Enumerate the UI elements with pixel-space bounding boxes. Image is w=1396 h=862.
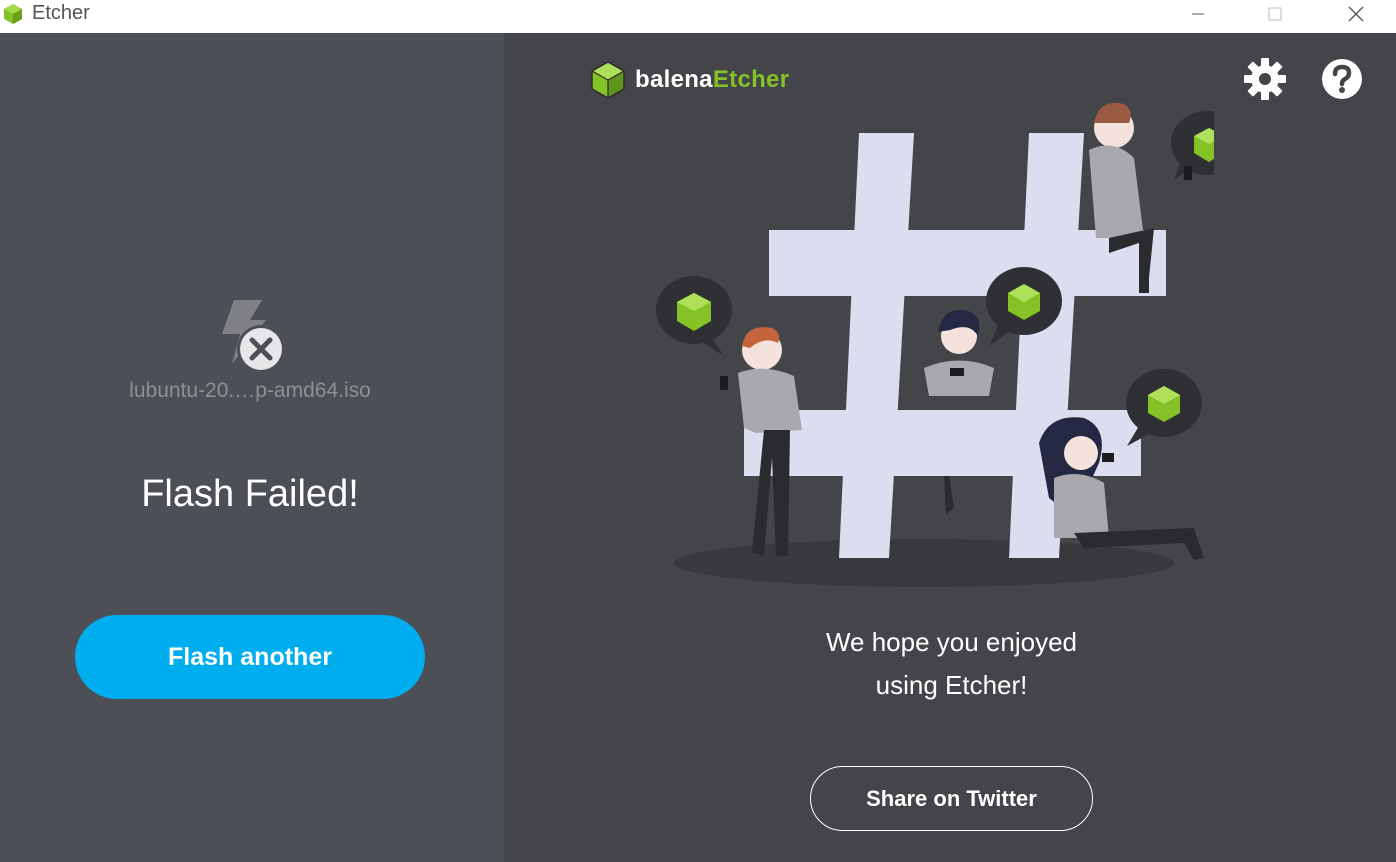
image-file-name: lubuntu-20.…p-amd64.iso xyxy=(129,379,371,402)
flash-status-title: Flash Failed! xyxy=(141,473,359,515)
thanks-line-2: using Etcher! xyxy=(875,670,1028,700)
help-icon xyxy=(1322,59,1362,99)
speech-bubble-cube xyxy=(1171,111,1214,180)
maximize-icon xyxy=(1268,7,1282,21)
gear-icon xyxy=(1244,58,1286,100)
settings-button[interactable] xyxy=(1242,56,1288,102)
share-on-twitter-button[interactable]: Share on Twitter xyxy=(810,766,1093,831)
flash-status-panel: lubuntu-20.…p-amd64.iso Flash Failed! Fl… xyxy=(0,33,504,862)
close-button[interactable] xyxy=(1333,0,1379,28)
window-titlebar: Etcher xyxy=(0,0,1396,33)
flash-failed-icon xyxy=(222,300,285,373)
thanks-message: We hope you enjoyed using Etcher! xyxy=(754,621,1149,707)
close-icon xyxy=(1348,6,1364,22)
window-title: Etcher xyxy=(32,2,90,24)
minimize-icon xyxy=(1192,13,1204,15)
etcher-app-icon xyxy=(4,4,22,24)
flash-another-button[interactable]: Flash another xyxy=(75,615,425,699)
help-button[interactable] xyxy=(1319,56,1365,102)
hashtag-people-illustration xyxy=(656,102,1214,587)
minimize-button[interactable] xyxy=(1175,0,1221,28)
maximize-button[interactable] xyxy=(1252,0,1298,28)
main-content-panel: balenaEtcher We hope you enjoyed using E… xyxy=(504,33,1396,862)
balena-cube-icon xyxy=(591,61,625,99)
thanks-line-1: We hope you enjoyed xyxy=(825,627,1078,657)
